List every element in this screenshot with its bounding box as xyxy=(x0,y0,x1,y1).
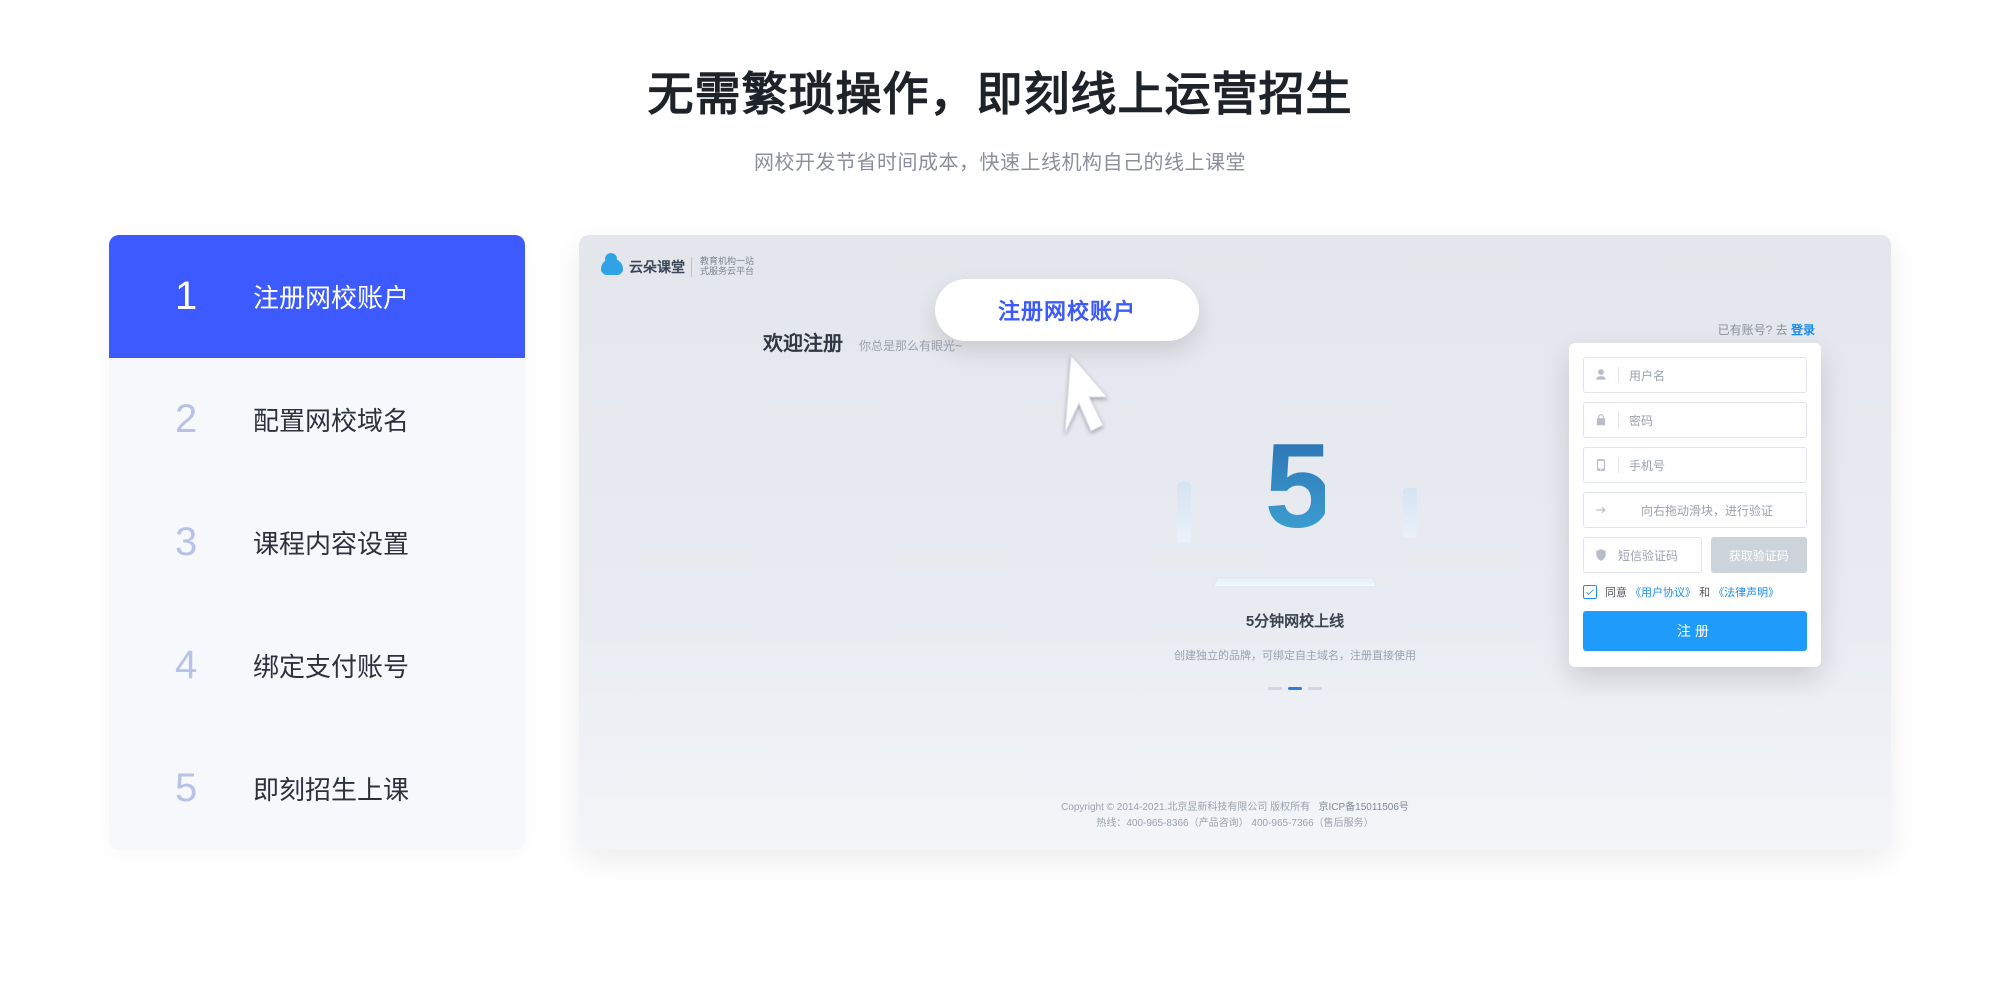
password-placeholder: 密码 xyxy=(1629,412,1653,429)
shield-icon xyxy=(1594,548,1608,562)
lock-icon xyxy=(1594,413,1608,427)
username-placeholder: 用户名 xyxy=(1629,367,1665,384)
brand-tagline: 教育机构一站 式服务云平台 xyxy=(691,257,754,277)
step-list: 1 注册网校账户 2 配置网校域名 3 课程内容设置 4 绑定支付账号 5 即刻… xyxy=(109,235,525,850)
step-3[interactable]: 3 课程内容设置 xyxy=(109,481,525,604)
brand-name: 云朵课堂 xyxy=(629,257,685,277)
slider-field[interactable]: 向右拖动滑块，进行验证 xyxy=(1583,492,1807,528)
phone-field[interactable]: 手机号 xyxy=(1583,447,1807,483)
step-5[interactable]: 5 即刻招生上课 xyxy=(109,727,525,850)
register-form: 用户名 密码 手机号 向右拖动滑块，进行验证 xyxy=(1569,343,1821,667)
platform-shape xyxy=(1213,578,1377,587)
big-five: 5 xyxy=(1265,417,1326,555)
get-code-button[interactable]: 获取验证码 xyxy=(1711,537,1808,573)
register-button[interactable]: 注册 xyxy=(1583,611,1807,651)
page-headline: 无需繁琐操作，即刻线上运营招生 xyxy=(648,58,1353,124)
drag-icon xyxy=(1594,503,1608,517)
agree-checkbox[interactable] xyxy=(1583,585,1597,599)
callout-bubble: 注册网校账户 xyxy=(935,279,1199,341)
user-icon xyxy=(1594,368,1608,382)
step-2-label: 配置网校域名 xyxy=(253,401,409,438)
icp-text: 京ICP备15011506号 xyxy=(1319,802,1409,813)
step-4[interactable]: 4 绑定支付账号 xyxy=(109,604,525,727)
step-4-label: 绑定支付账号 xyxy=(253,647,409,684)
illustration: 5 xyxy=(1195,406,1395,566)
slider-text: 向右拖动滑块，进行验证 xyxy=(1618,502,1796,519)
page-subheadline: 网校开发节省时间成本，快速上线机构自己的线上课堂 xyxy=(754,146,1246,175)
step-5-label: 即刻招生上课 xyxy=(253,770,409,807)
step-1-number: 1 xyxy=(175,274,235,319)
legal-notice-link[interactable]: 《法律声明》 xyxy=(1713,587,1779,599)
step-1-label: 注册网校账户 xyxy=(253,278,409,315)
phone-icon xyxy=(1594,458,1608,472)
preview-footer: Copyright © 2014-2021.北京昱新科技有限公司 版权所有 京I… xyxy=(579,800,1891,832)
step-5-number: 5 xyxy=(175,766,235,811)
agree-row[interactable]: 同意 《用户协议》 和 《法律声明》 xyxy=(1583,584,1807,600)
illus-title: 5分钟网校上线 xyxy=(1246,610,1344,631)
phone-placeholder: 手机号 xyxy=(1629,457,1665,474)
reg-sub: 你总是那么有眼光~ xyxy=(859,337,962,354)
preview-panel: 注册网校账户 云朵课堂 教育机构一站 式服务云平台 已有账号? 去 登录 xyxy=(579,235,1891,850)
sms-code-field[interactable]: 短信验证码 xyxy=(1583,537,1702,573)
inner-brand: 云朵课堂 教育机构一站 式服务云平台 xyxy=(601,257,754,277)
user-agreement-link[interactable]: 《用户协议》 xyxy=(1630,587,1696,599)
password-field[interactable]: 密码 xyxy=(1583,402,1807,438)
step-2-number: 2 xyxy=(175,397,235,442)
reg-title: 欢迎注册 xyxy=(763,327,843,356)
step-2[interactable]: 2 配置网校域名 xyxy=(109,358,525,481)
step-3-label: 课程内容设置 xyxy=(253,524,409,561)
username-field[interactable]: 用户名 xyxy=(1583,357,1807,393)
illus-desc: 创建独立的品牌，可绑定自主域名，注册直接使用 xyxy=(1174,647,1416,663)
sms-placeholder: 短信验证码 xyxy=(1618,547,1678,564)
step-1[interactable]: 1 注册网校账户 xyxy=(109,235,525,358)
cloud-icon xyxy=(601,259,623,275)
carousel-dots[interactable] xyxy=(1268,687,1322,690)
step-4-number: 4 xyxy=(175,643,235,688)
step-3-number: 3 xyxy=(175,520,235,565)
cursor-icon xyxy=(1059,347,1119,437)
